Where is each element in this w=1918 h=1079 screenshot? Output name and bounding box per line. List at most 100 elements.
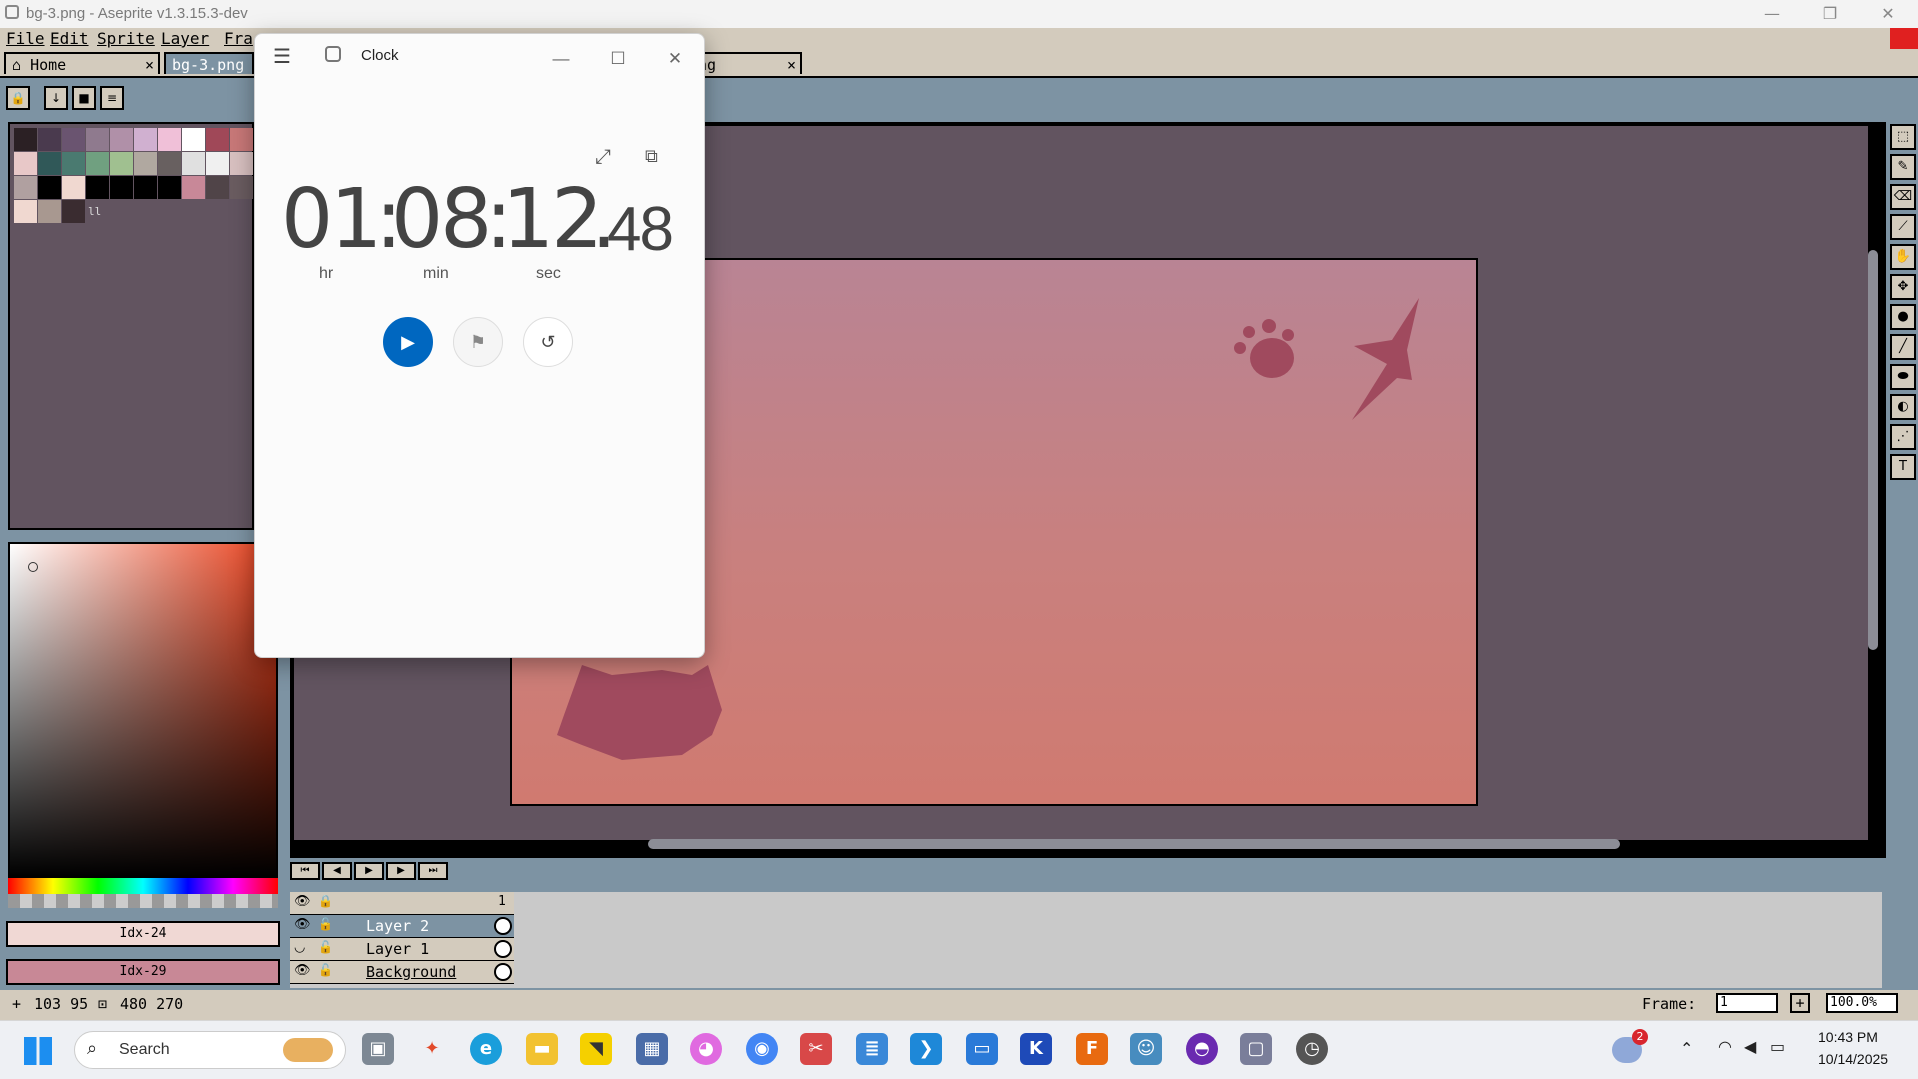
github-desktop-icon[interactable]: ◓ bbox=[1186, 1033, 1218, 1065]
expand-icon[interactable]: ⤢ bbox=[595, 146, 611, 169]
fl-studio-icon[interactable]: F bbox=[1076, 1033, 1108, 1065]
horizontal-scrollbar[interactable] bbox=[648, 839, 1620, 849]
zoom-input[interactable]: 100.0% bbox=[1826, 993, 1898, 1013]
palette-swatch[interactable] bbox=[110, 152, 133, 175]
alpha-slider[interactable] bbox=[8, 894, 278, 908]
calculator-icon[interactable]: ▦ bbox=[636, 1033, 668, 1065]
tab-close-icon[interactable]: × bbox=[787, 54, 796, 76]
chevron-up-icon[interactable]: ⌃ bbox=[1680, 1039, 1693, 1058]
contour-tool-button[interactable]: ◐ bbox=[1890, 394, 1916, 420]
lock-icon[interactable]: 🔓 bbox=[318, 963, 333, 977]
eyedropper-tool-button[interactable]: ⟋ bbox=[1890, 214, 1916, 240]
reset-button[interactable]: ↺ bbox=[523, 317, 573, 367]
wifi-icon[interactable]: ◠ bbox=[1718, 1037, 1732, 1056]
palette-swatch[interactable] bbox=[14, 200, 37, 223]
godot-icon[interactable]: ☺ bbox=[1130, 1033, 1162, 1065]
palette-swatch[interactable] bbox=[62, 152, 85, 175]
palette-swatch[interactable] bbox=[14, 152, 37, 175]
layer-name[interactable]: Background bbox=[362, 961, 490, 983]
start-button[interactable]: ▶ bbox=[383, 317, 433, 367]
lock-icon[interactable]: 🔓 bbox=[318, 940, 333, 954]
clock-maximize-button[interactable]: ☐ bbox=[598, 44, 638, 74]
close-button[interactable]: ✕ bbox=[1868, 2, 1908, 26]
ellipse-tool-button[interactable]: ⬬ bbox=[1890, 364, 1916, 390]
move-tool-button[interactable]: ✥ bbox=[1890, 274, 1916, 300]
edge-icon[interactable]: e bbox=[470, 1033, 502, 1065]
palette-swatch[interactable] bbox=[14, 176, 37, 199]
tab-bg-3[interactable]: bg-3.png bbox=[164, 52, 254, 74]
prev-frame-button[interactable]: ◀ bbox=[322, 862, 352, 880]
palette-swatch[interactable] bbox=[182, 176, 205, 199]
layer-row[interactable]: 👁 🔓 Layer 2 bbox=[290, 915, 514, 938]
hand-tool-button[interactable]: ✋ bbox=[1890, 244, 1916, 270]
blur-tool-button[interactable]: ⋰ bbox=[1890, 424, 1916, 450]
menu-edit[interactable]: Edit bbox=[50, 29, 89, 48]
palette-swatch[interactable] bbox=[182, 128, 205, 151]
next-frame-button[interactable]: ▶ bbox=[386, 862, 416, 880]
clock-time[interactable]: 10:43 PM bbox=[1818, 1029, 1878, 1045]
task-view-icon[interactable]: ▣ bbox=[362, 1033, 394, 1065]
snipping-tool-icon[interactable]: ✂ bbox=[800, 1033, 832, 1065]
eye-icon[interactable]: 👁 bbox=[294, 963, 311, 978]
fill-tool-button[interactable]: ● bbox=[1890, 304, 1916, 330]
palette-swatch[interactable] bbox=[38, 200, 61, 223]
frame-number[interactable]: 1 bbox=[498, 894, 506, 909]
file-explorer-icon[interactable]: ▬ bbox=[526, 1033, 558, 1065]
notepad-icon[interactable]: ≣ bbox=[856, 1033, 888, 1065]
cel-icon[interactable] bbox=[494, 940, 512, 958]
palette-swatch[interactable] bbox=[158, 152, 181, 175]
tab-close-icon[interactable]: × bbox=[145, 54, 154, 76]
tab-home[interactable]: ⌂ Home × bbox=[4, 52, 160, 74]
palette-options-button[interactable]: ≡ bbox=[100, 86, 124, 110]
menu-file[interactable]: File bbox=[6, 29, 45, 48]
palette-swatch[interactable] bbox=[86, 152, 109, 175]
layer-name[interactable]: Layer 1 bbox=[362, 938, 490, 960]
hidden-eye-icon[interactable]: ◡ bbox=[294, 940, 305, 955]
aseprite-icon[interactable]: ▢ bbox=[1240, 1033, 1272, 1065]
lap-button[interactable]: ⚑ bbox=[453, 317, 503, 367]
clock-minimize-button[interactable]: — bbox=[541, 44, 581, 74]
battery-icon[interactable]: ▭ bbox=[1770, 1037, 1785, 1056]
layer-name[interactable]: Layer 2 bbox=[362, 915, 490, 937]
palette-swatch[interactable] bbox=[62, 200, 85, 223]
marquee-tool-button[interactable]: ⬚ bbox=[1890, 124, 1916, 150]
cel-icon[interactable] bbox=[494, 917, 512, 935]
palette-swatch[interactable] bbox=[110, 176, 133, 199]
hamburger-menu-button[interactable]: ☰ bbox=[273, 44, 291, 69]
palette-swatch[interactable] bbox=[14, 128, 37, 151]
palette-sort-button[interactable]: ↓ bbox=[44, 86, 68, 110]
palette-swatch[interactable] bbox=[38, 128, 61, 151]
palette-swatch[interactable] bbox=[134, 128, 157, 151]
add-frame-button[interactable]: + bbox=[1790, 993, 1810, 1013]
palette-swatch[interactable] bbox=[158, 128, 181, 151]
layer-row[interactable]: 👁 🔓 Background bbox=[290, 961, 514, 984]
chrome-icon[interactable]: ◉ bbox=[746, 1033, 778, 1065]
krita-icon[interactable]: K bbox=[1020, 1033, 1052, 1065]
tab-other[interactable]: ng × bbox=[690, 52, 802, 74]
palette-swatch[interactable] bbox=[182, 152, 205, 175]
palette-swatch[interactable] bbox=[62, 128, 85, 151]
compact-overlay-icon[interactable]: ⧉ bbox=[645, 146, 658, 167]
palette-swatch[interactable] bbox=[230, 128, 253, 151]
palette-swatch[interactable] bbox=[38, 152, 61, 175]
search-box[interactable]: ⌕ Search bbox=[74, 1031, 346, 1069]
color-spectrum[interactable] bbox=[8, 542, 278, 878]
first-frame-button[interactable]: ⏮ bbox=[290, 862, 320, 880]
windows-start-icon[interactable] bbox=[24, 1037, 52, 1065]
menu-layer[interactable]: Layer bbox=[161, 29, 209, 48]
palette-swatch[interactable] bbox=[206, 128, 229, 151]
background-color-button[interactable]: Idx-29 bbox=[6, 959, 280, 985]
photos-icon[interactable]: ◕ bbox=[690, 1033, 722, 1065]
palette-swatch[interactable] bbox=[230, 176, 253, 199]
clock-date[interactable]: 10/14/2025 bbox=[1818, 1051, 1888, 1067]
clock-close-button[interactable]: ✕ bbox=[655, 44, 695, 74]
clock-taskbar-icon[interactable]: ◷ bbox=[1296, 1033, 1328, 1065]
minimize-button[interactable]: — bbox=[1752, 2, 1792, 26]
menu-frame[interactable]: Fra bbox=[224, 29, 253, 48]
sticky-notes-icon[interactable]: ◥ bbox=[580, 1033, 612, 1065]
palette-swatch[interactable] bbox=[110, 128, 133, 151]
vertical-scrollbar[interactable] bbox=[1868, 250, 1878, 650]
play-button[interactable]: ▶ bbox=[354, 862, 384, 880]
cel-icon[interactable] bbox=[494, 963, 512, 981]
volume-icon[interactable]: ◀ bbox=[1744, 1037, 1756, 1056]
